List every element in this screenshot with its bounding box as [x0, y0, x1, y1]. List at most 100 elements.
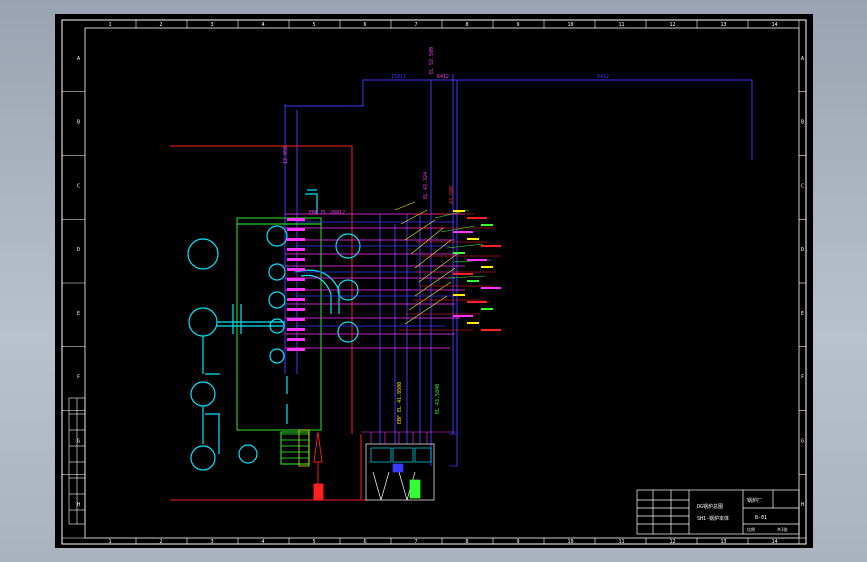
elevation-mark	[287, 288, 305, 291]
zone-number-top: 9	[517, 22, 520, 28]
title-scale: 比例	[747, 526, 755, 532]
elevation-label: EBF EL 26812	[309, 210, 345, 216]
drawing-sheet: 1 1 2 2 3 3 4 4 5 5 6 6 7 7 8 8 9 9 10 10 11 11 12 12 13 13 14 14 A A…	[55, 14, 813, 548]
zone-number-top: 5	[313, 22, 316, 28]
zone-letter-right: C	[801, 183, 804, 189]
zone-letter-right: B	[801, 120, 804, 126]
zone-letter-left: C	[77, 183, 80, 189]
title-line-1: DG锅炉总图	[697, 503, 723, 510]
callout-mark	[453, 231, 473, 233]
column-lines	[449, 433, 458, 467]
zone-number-top: 2	[160, 22, 163, 28]
zone-letter-left: G	[77, 438, 80, 444]
callout-mark	[467, 301, 487, 303]
callout-mark	[453, 294, 465, 296]
elevation-mark	[287, 338, 305, 341]
elevation-mark	[287, 218, 305, 221]
elevation-mark	[287, 298, 305, 301]
elevation-mark	[287, 238, 305, 241]
zone-letter-right: D	[801, 247, 804, 253]
callout-mark	[467, 259, 487, 261]
zone-number-top: 1	[109, 22, 112, 28]
elevation-markers	[287, 218, 305, 351]
zone-letter-right: G	[801, 438, 804, 444]
dimension-label-3: 6412	[597, 74, 609, 80]
zone-letter-left: E	[77, 311, 80, 317]
callout-mark	[453, 210, 465, 212]
zone-number-bottom: 3	[211, 539, 214, 545]
svg-text:EL 52.500: EL 52.500	[429, 47, 435, 74]
zone-number-bottom: 1	[109, 539, 112, 545]
callout-mark	[481, 308, 493, 310]
zone-number-top: 3	[211, 22, 214, 28]
zone-number-bottom: 12	[670, 539, 676, 545]
elevation-mark	[287, 278, 305, 281]
zone-number-bottom: 6	[364, 539, 367, 545]
zone-number-bottom: 8	[466, 539, 469, 545]
elevation-mark	[287, 268, 305, 271]
svg-text:EBF EL 41.8500: EBF EL 41.8500	[397, 382, 403, 424]
svg-text:12.056: 12.056	[283, 146, 289, 164]
elevation-mark	[287, 248, 305, 251]
pipe-runs	[285, 213, 465, 349]
callout-mark	[467, 217, 487, 219]
svg-text:EL 43.5840: EL 43.5840	[435, 384, 441, 414]
zone-letter-left: D	[77, 247, 80, 253]
pipe-runs-blue	[295, 221, 460, 327]
callout-mark	[467, 280, 479, 282]
title-line-2: SH1-锅炉本体	[697, 515, 729, 522]
dimension-label-2: 6412	[437, 74, 449, 80]
boiler-furnace	[236, 217, 322, 465]
elevation-mark	[287, 228, 305, 231]
title-sheet: 共1张	[777, 526, 787, 532]
zone-letter-right: E	[801, 311, 804, 317]
callout-mark	[481, 329, 501, 331]
svg-text:EL 43.324: EL 43.324	[423, 172, 429, 199]
zone-number-top: 13	[721, 22, 727, 28]
zone-number-top: 10	[568, 22, 574, 28]
zone-number-top: 6	[364, 22, 367, 28]
electrostatic-precipitator	[365, 443, 435, 501]
zone-number-top: 8	[466, 22, 469, 28]
zone-letter-left: A	[77, 56, 80, 62]
zone-number-bottom: 9	[517, 539, 520, 545]
zone-number-bottom: 7	[415, 539, 418, 545]
title-block	[636, 489, 800, 535]
elevation-mark	[287, 308, 305, 311]
cad-viewport[interactable]: 1 1 2 2 3 3 4 4 5 5 6 6 7 7 8 8 9 9 10 10 11 11 12 12 13 13 14 14 A A…	[0, 0, 867, 562]
callout-mark	[467, 238, 479, 240]
zone-number-top: 12	[670, 22, 676, 28]
elevation-mark	[287, 348, 305, 351]
stack-supports	[361, 431, 455, 444]
zone-number-bottom: 13	[721, 539, 727, 545]
callout-mark	[481, 224, 493, 226]
zone-number-bottom: 10	[568, 539, 574, 545]
zone-number-bottom: 11	[619, 539, 625, 545]
revision-table	[68, 397, 86, 525]
title-company: 锅炉厂	[747, 497, 762, 504]
elevation-mark	[287, 258, 305, 261]
zone-number-top: 7	[415, 22, 418, 28]
zone-letter-left: H	[77, 502, 80, 508]
dimension-label-1: 15011	[391, 74, 406, 80]
zone-letter-right: F	[801, 375, 804, 381]
zone-letter-right: A	[801, 56, 804, 62]
callout-mark	[453, 252, 465, 254]
zone-number-bottom: 14	[772, 539, 778, 545]
callout-mark	[481, 287, 501, 289]
title-drawing-no: B-01	[755, 515, 767, 521]
boiler-arrangement-drawing: 11223344556677889910101111121213131414A A…	[61, 19, 807, 545]
callout-mark	[481, 266, 493, 268]
drum-and-headers	[187, 189, 361, 471]
zone-number-bottom: 4	[262, 539, 265, 545]
zone-number-top: 4	[262, 22, 265, 28]
zone-number-bottom: 2	[160, 539, 163, 545]
economizer-coil	[280, 429, 310, 467]
callout-mark	[453, 315, 473, 317]
elevation-mark	[287, 318, 305, 321]
callout-leaders	[394, 201, 458, 325]
zone-letter-left: F	[77, 375, 80, 381]
svg-text:43.800: 43.800	[449, 186, 455, 204]
callout-mark	[467, 322, 479, 324]
zone-number-bottom: 5	[313, 539, 316, 545]
